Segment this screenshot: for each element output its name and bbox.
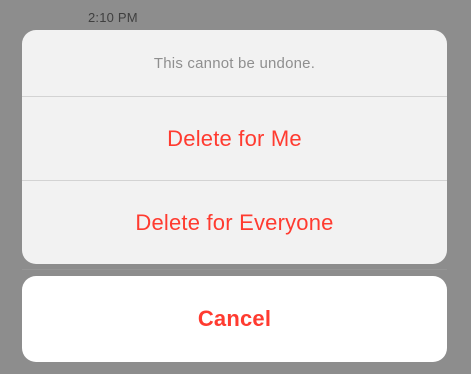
- action-sheet-message: This cannot be undone.: [153, 54, 316, 72]
- message-timestamp: 2:10 PM: [88, 10, 138, 25]
- delete-for-everyone-button[interactable]: Delete for Everyone: [22, 181, 447, 264]
- delete-for-me-button[interactable]: Delete for Me: [22, 97, 447, 180]
- cancel-button[interactable]: Cancel: [22, 276, 447, 362]
- sheet-gap: [22, 269, 447, 270]
- action-sheet: This cannot be undone. Delete for Me Del…: [22, 30, 447, 264]
